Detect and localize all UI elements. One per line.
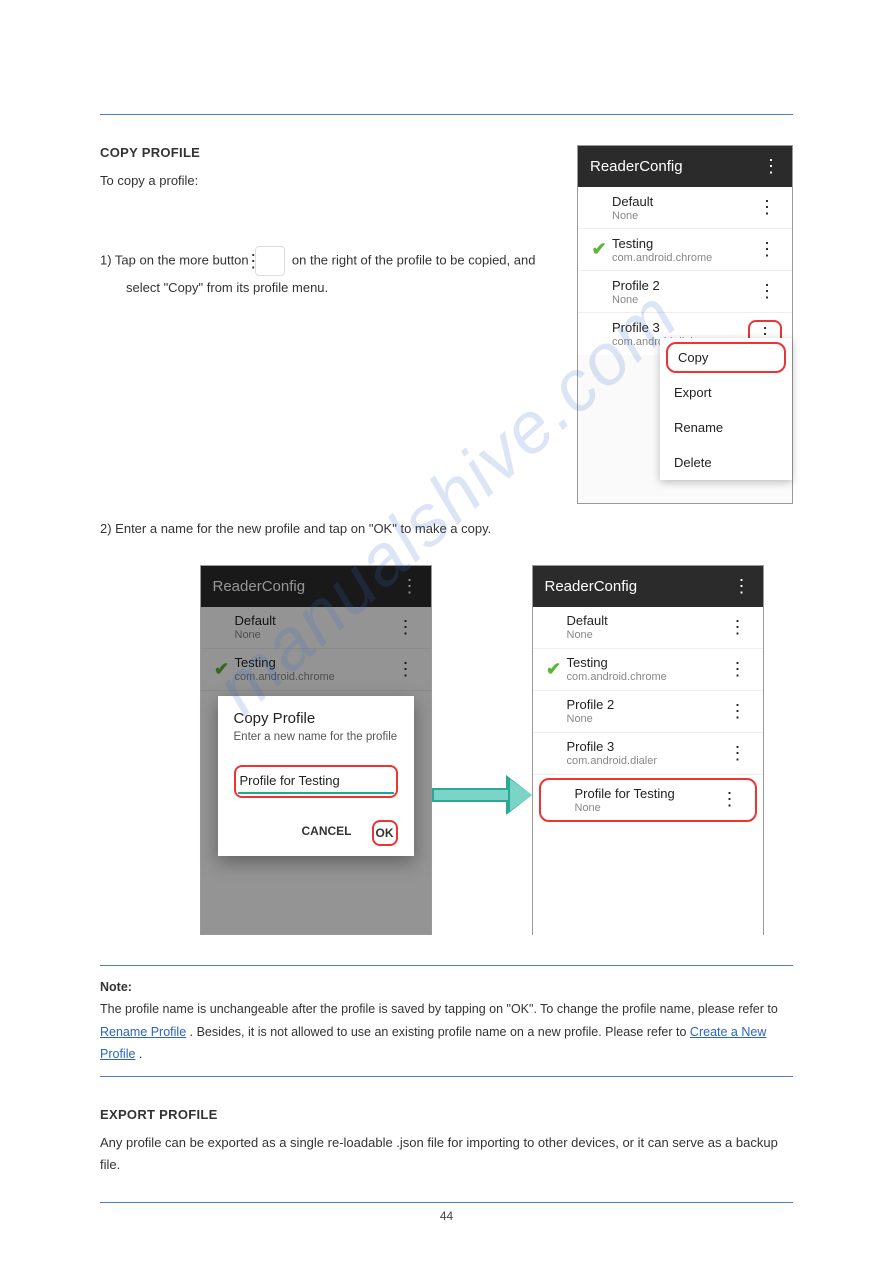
profile-row-profile2[interactable]: Profile 2None ⋮: [578, 271, 792, 313]
blank-list-area: [533, 825, 763, 945]
profile-name: Profile 2: [612, 278, 752, 293]
profile-row-default[interactable]: DefaultNone ⋮: [578, 187, 792, 229]
row-more-icon[interactable]: ⋮: [752, 281, 782, 302]
menu-item-copy[interactable]: Copy: [666, 342, 786, 373]
note-block: Note: The profile name is unchangeable a…: [100, 965, 793, 1077]
top-rule: [100, 114, 793, 115]
bottom-rule: [100, 1202, 793, 1203]
check-icon: ✔: [591, 239, 606, 260]
profile-name: Default: [612, 194, 752, 209]
context-menu: Copy Export Rename Delete: [660, 338, 792, 480]
page-number: 44: [100, 1209, 793, 1223]
row-more-icon[interactable]: ⋮: [752, 239, 782, 260]
profile-sub: None: [612, 210, 752, 222]
profile-sub: None: [612, 294, 752, 306]
menu-item-delete[interactable]: Delete: [660, 445, 792, 480]
row-more-icon[interactable]: ⋮: [723, 659, 753, 680]
profile-name: Testing: [612, 236, 752, 251]
cancel-button[interactable]: CANCEL: [300, 820, 354, 846]
app-bar: ReaderConfig ⋮: [578, 146, 792, 187]
screenshot-copy-dialog: ReaderConfig ⋮ DefaultNone ⋮ ✔ Testingco…: [200, 565, 432, 935]
app-bar: ReaderConfig ⋮: [533, 566, 763, 607]
screenshot-profile-list-menu: ReaderConfig ⋮ DefaultNone ⋮ ✔ Testingco…: [577, 145, 793, 504]
step-2: 2) Enter a name for the new profile and …: [100, 517, 793, 540]
screenshot-result-list: ReaderConfig ⋮ DefaultNone⋮ ✔Testingcom.…: [532, 565, 764, 935]
profile-row-new-highlighted[interactable]: Profile for TestingNone⋮: [539, 778, 757, 822]
dialog-title: Copy Profile: [234, 710, 398, 727]
profile-row[interactable]: ✔Testingcom.android.chrome⋮: [533, 649, 763, 691]
app-title: ReaderConfig: [545, 578, 638, 595]
copy-profile-dialog: Copy Profile Enter a new name for the pr…: [218, 696, 414, 856]
profile-row[interactable]: Profile 2None⋮: [533, 691, 763, 733]
menu-item-export[interactable]: Export: [660, 375, 792, 410]
app-title: ReaderConfig: [590, 158, 683, 175]
row-more-icon[interactable]: ⋮: [752, 197, 782, 218]
row-more-icon[interactable]: ⋮: [715, 789, 745, 810]
app-bar-more-icon[interactable]: ⋮: [762, 156, 780, 177]
dialog-and-result-screens: ReaderConfig ⋮ DefaultNone ⋮ ✔ Testingco…: [170, 565, 793, 935]
menu-item-rename[interactable]: Rename: [660, 410, 792, 445]
dialog-subtitle: Enter a new name for the profile: [234, 731, 398, 743]
app-bar-more-icon[interactable]: ⋮: [733, 576, 751, 597]
check-icon: ✔: [546, 659, 561, 680]
section-title-export: EXPORT PROFILE: [100, 1107, 793, 1122]
profile-row-testing[interactable]: ✔ Testingcom.android.chrome ⋮: [578, 229, 792, 271]
row-more-icon[interactable]: ⋮: [723, 743, 753, 764]
profile-name-input[interactable]: [238, 769, 394, 794]
profile-row[interactable]: DefaultNone⋮: [533, 607, 763, 649]
profile-sub: com.android.chrome: [612, 252, 752, 264]
profile-row[interactable]: Profile 3com.android.dialer⋮: [533, 733, 763, 775]
link-rename-profile[interactable]: Rename Profile: [100, 1025, 186, 1039]
export-text: Any profile can be exported as a single …: [100, 1132, 793, 1176]
profile-name: Profile 3: [612, 320, 748, 335]
note-label: Note:: [100, 980, 132, 994]
ok-button[interactable]: OK: [372, 820, 398, 846]
arrow-icon: [432, 779, 532, 811]
row-more-icon[interactable]: ⋮: [723, 701, 753, 722]
more-icon-inline: ⋮: [255, 246, 285, 276]
row-more-icon[interactable]: ⋮: [723, 617, 753, 638]
